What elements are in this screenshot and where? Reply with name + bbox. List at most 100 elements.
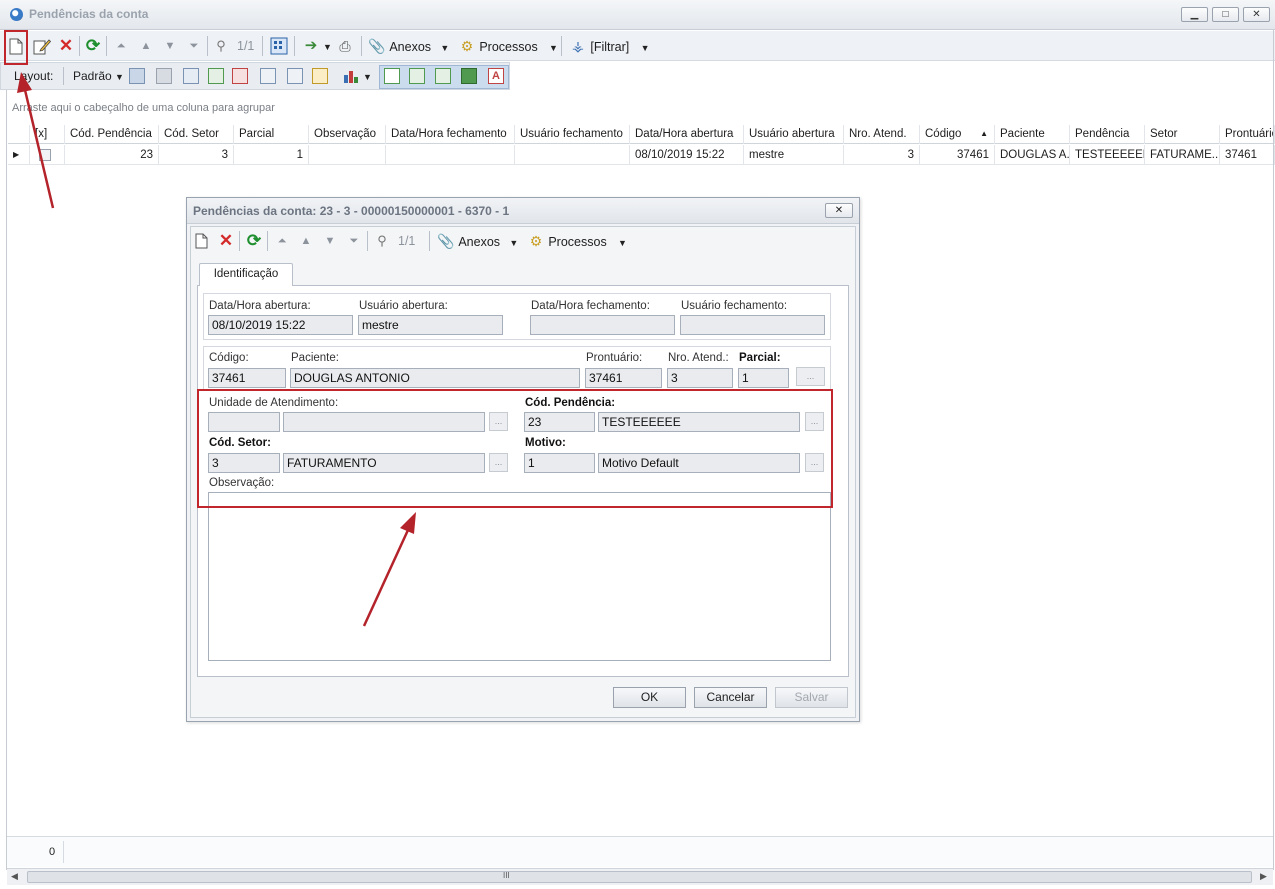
minimize-button[interactable]: ▁: [1181, 7, 1208, 22]
processos-button[interactable]: ⚙ Processos ▼: [458, 37, 558, 56]
last-record-icon[interactable]: ⏷: [185, 37, 203, 55]
dialog-binoculars-icon[interactable]: ⚲: [373, 232, 391, 250]
layout-columns-icon[interactable]: [260, 68, 276, 84]
dialog-anexos-button[interactable]: 📎 Anexos ▼: [437, 232, 518, 251]
first-record-icon[interactable]: ⏶: [112, 37, 130, 55]
next-record-icon[interactable]: ▼: [161, 37, 179, 55]
column-header[interactable]: [x]: [30, 125, 65, 144]
view-mode-1-icon[interactable]: [384, 68, 400, 84]
parcial-field[interactable]: 1: [738, 368, 789, 388]
table-row[interactable]: ▶ 23 3 1 08/10/2019 15:22 mestre 3 37461…: [8, 145, 1275, 165]
binoculars-icon[interactable]: ⚲: [212, 37, 230, 55]
column-header[interactable]: Usuário abertura: [744, 125, 844, 144]
export-dropdown-icon[interactable]: ▼: [323, 42, 332, 52]
column-header[interactable]: Cód. Pendência: [65, 125, 159, 144]
anexos-button[interactable]: 📎 Anexos ▼: [368, 37, 449, 56]
dialog-last-icon[interactable]: ⏷: [345, 232, 363, 250]
delete-icon[interactable]: ✕: [57, 37, 75, 55]
view-mode-4-icon[interactable]: [461, 68, 477, 84]
view-mode-3-icon[interactable]: [435, 68, 451, 84]
dialog-close-button[interactable]: ✕: [825, 203, 853, 218]
export-icon[interactable]: ➔: [302, 37, 320, 55]
cancel-button[interactable]: Cancelar: [694, 687, 767, 708]
cell-usuario-abertura[interactable]: mestre: [744, 145, 844, 165]
cell-codigo[interactable]: 37461: [920, 145, 995, 165]
column-header[interactable]: Observação: [309, 125, 386, 144]
cell-parcial[interactable]: 1: [234, 145, 309, 165]
horizontal-scrollbar[interactable]: ◀ III ▶: [7, 868, 1273, 885]
dialog-record-counter: 1/1: [398, 234, 416, 248]
maximize-button[interactable]: □: [1212, 7, 1239, 22]
dialog-new-icon[interactable]: [195, 233, 208, 249]
cell-setor[interactable]: FATURAME...: [1145, 145, 1220, 165]
scroll-right-icon[interactable]: ▶: [1260, 871, 1267, 882]
observacao-textarea[interactable]: [208, 492, 831, 661]
layout-export-icon[interactable]: [232, 68, 248, 84]
calculator-icon[interactable]: [270, 37, 288, 55]
layout-save-icon[interactable]: [129, 68, 145, 84]
cell-pendencia[interactable]: TESTEEEEEE: [1070, 145, 1145, 165]
layout-grid-icon[interactable]: [183, 68, 199, 84]
row-checkbox-cell[interactable]: [30, 145, 65, 165]
column-header[interactable]: Cód. Setor: [159, 125, 234, 144]
print-icon[interactable]: ⎙: [336, 37, 354, 55]
usuario-abertura-field[interactable]: mestre: [358, 315, 503, 335]
data-fechamento-field[interactable]: [530, 315, 675, 335]
chart-dropdown-icon[interactable]: ▼: [363, 72, 372, 82]
close-button[interactable]: ✕: [1243, 7, 1270, 22]
cell-observacao[interactable]: [309, 145, 386, 165]
cell-cod-pendencia[interactable]: 23: [65, 145, 159, 165]
dialog-first-icon[interactable]: ⏶: [273, 232, 291, 250]
cell-paciente[interactable]: DOUGLAS A...: [995, 145, 1070, 165]
tab-identificacao[interactable]: Identificação: [199, 263, 293, 286]
layout-sum-icon[interactable]: [287, 68, 303, 84]
filtrar-button[interactable]: ⚶ [Filtrar] ▼: [569, 37, 649, 56]
column-header[interactable]: Prontuário: [1220, 125, 1275, 144]
usuario-fechamento-field[interactable]: [680, 315, 825, 335]
codigo-field[interactable]: 37461: [208, 368, 286, 388]
previous-record-icon[interactable]: ▲: [137, 37, 155, 55]
layout-highlight-icon[interactable]: [312, 68, 328, 84]
parcial-lookup-button[interactable]: ...: [796, 367, 825, 386]
layout-import-icon[interactable]: [208, 68, 224, 84]
scroll-thumb[interactable]: III: [27, 871, 1252, 883]
dialog-previous-icon[interactable]: ▲: [297, 232, 315, 250]
row-checkbox[interactable]: [39, 149, 51, 161]
window-right-border: [1273, 30, 1274, 870]
column-header[interactable]: Código ▲: [920, 125, 995, 144]
dialog-delete-icon[interactable]: ✕: [217, 232, 235, 250]
dialog-processos-button[interactable]: ⚙ Processos ▼: [527, 232, 627, 251]
column-header[interactable]: Usuário fechamento: [515, 125, 630, 144]
column-header[interactable]: Nro. Atend.: [844, 125, 920, 144]
cell-data-fechamento[interactable]: [386, 145, 515, 165]
dialog-next-icon[interactable]: ▼: [321, 232, 339, 250]
prontuario-field[interactable]: 37461: [585, 368, 662, 388]
chart-icon[interactable]: [343, 68, 361, 84]
label-prontuario: Prontuário:: [586, 352, 643, 364]
column-header[interactable]: Paciente: [995, 125, 1070, 144]
layout-delete-icon[interactable]: [156, 68, 172, 84]
refresh-icon[interactable]: ⟳: [84, 37, 102, 55]
save-button[interactable]: Salvar: [775, 687, 848, 708]
data-abertura-field[interactable]: 08/10/2019 15:22: [208, 315, 353, 335]
column-header[interactable]: Data/Hora abertura: [630, 125, 744, 144]
column-header[interactable]: Parcial: [234, 125, 309, 144]
label-codigo: Código:: [209, 352, 249, 364]
cell-prontuario[interactable]: 37461: [1220, 145, 1275, 165]
scroll-left-icon[interactable]: ◀: [11, 871, 18, 882]
cell-usuario-fechamento[interactable]: [515, 145, 630, 165]
cell-cod-setor[interactable]: 3: [159, 145, 234, 165]
column-header[interactable]: Setor: [1145, 125, 1220, 144]
paciente-field[interactable]: DOUGLAS ANTONIO: [290, 368, 580, 388]
font-icon[interactable]: A: [488, 68, 504, 84]
dialog-refresh-icon[interactable]: ⟳: [245, 232, 263, 250]
layout-select[interactable]: Padrão ▼: [73, 67, 124, 85]
view-mode-2-icon[interactable]: [409, 68, 425, 84]
cell-nro-atend[interactable]: 3: [844, 145, 920, 165]
column-header[interactable]: Pendência: [1070, 125, 1145, 144]
nro-atend-field[interactable]: 3: [667, 368, 733, 388]
ok-button[interactable]: OK: [613, 687, 686, 708]
edit-record-icon[interactable]: [33, 38, 51, 55]
cell-data-abertura[interactable]: 08/10/2019 15:22: [630, 145, 744, 165]
column-header[interactable]: Data/Hora fechamento: [386, 125, 515, 144]
